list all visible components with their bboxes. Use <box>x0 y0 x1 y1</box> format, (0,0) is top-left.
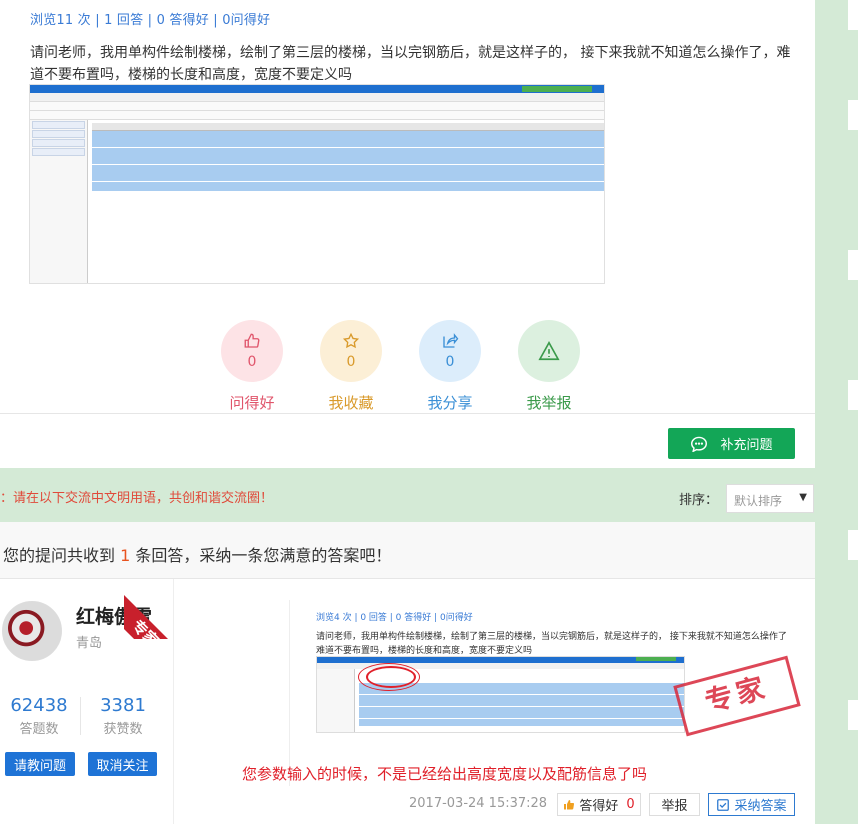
avatar[interactable] <box>2 601 62 661</box>
answers-header-prefix: 您的提问共收到 <box>3 546 121 565</box>
question-card: 浏览11 次 | 1 回答 | 0 答得好 | 0问得好 请问老师，我用单构件绘… <box>0 0 815 468</box>
answers-stat-value: 62438 <box>10 695 68 716</box>
sort-value: 默认排序 <box>734 494 783 508</box>
report-label: 我举报 <box>526 394 572 412</box>
ask-good-count: 0 <box>247 354 257 370</box>
question-text: 请问老师，我用单构件绘制楼梯，绘制了第三层的楼梯，当以完钢筋后，就是这样子的， … <box>30 45 791 83</box>
sort-select[interactable]: 默认排序 ▼ <box>726 484 814 513</box>
answers-stat: 62438 答题数 <box>0 695 78 737</box>
report-button[interactable]: 举报 <box>649 793 700 816</box>
favorite-count: 0 <box>346 354 356 370</box>
expert-stamp: 专家 <box>673 655 801 737</box>
question-screenshot <box>29 84 605 284</box>
answerer-city: 青岛 <box>76 636 103 651</box>
thumbs-up-icon <box>564 799 575 810</box>
civility-notice: ：请在以下交流中文明用语，共创和谐交流圈！ <box>0 491 274 506</box>
chat-icon <box>691 436 708 452</box>
answers-count: 1 <box>120 546 131 565</box>
right-edge-strip <box>848 0 858 824</box>
ask-question-button[interactable]: 请教问题 <box>5 752 75 776</box>
caret-down-icon: ▼ <box>799 492 807 503</box>
favorite-action[interactable]: 0 我收藏 <box>320 320 382 413</box>
likes-stat-label: 获赞数 <box>103 722 143 737</box>
sort-label: 排序： <box>679 493 719 508</box>
answer-image-text: 请问老师，我用单构件绘制楼梯，绘制了第三层的楼梯，当以完钢筋后，就是这样子的， … <box>316 632 787 656</box>
report-action[interactable]: 我举报 <box>518 320 580 413</box>
answer-image: 浏览4 次 | 0 回答 | 0 答得好 | 0问得好 请问老师，我用单构件绘制… <box>242 600 801 786</box>
share-label: 我分享 <box>427 394 473 412</box>
stat-divider <box>80 697 81 735</box>
thumbs-up-icon <box>244 333 260 348</box>
unfollow-button[interactable]: 取消关注 <box>88 752 157 776</box>
share-action[interactable]: 0 我分享 <box>419 320 481 413</box>
question-meta: 浏览11 次 | 1 回答 | 0 答得好 | 0问得好 <box>30 13 271 28</box>
divider <box>0 413 815 414</box>
red-circle-annotation-outer <box>358 663 420 691</box>
supplement-question-label: 补充问题 <box>720 438 773 453</box>
adopt-answer-label: 采纳答案 <box>734 799 787 814</box>
star-icon <box>342 332 360 349</box>
answers-card: 您的提问共收到 1 条回答，采纳一条您满意的答案吧！ 红梅傲雪 青岛 专家 62… <box>0 522 815 824</box>
answer-good-button[interactable]: 答得好 0 <box>557 793 641 816</box>
answer-time: 2017-03-24 15:37:28 <box>409 796 548 811</box>
answer-good-label: 答得好 <box>579 799 619 814</box>
share-count: 0 <box>445 354 455 370</box>
answer-image-meta: 浏览4 次 | 0 回答 | 0 答得好 | 0问得好 <box>316 613 473 623</box>
answerer-panel: 红梅傲雪 青岛 专家 62438 答题数 3381 获赞数 请教问题 取消关注 <box>0 579 174 824</box>
ask-good-action[interactable]: 0 问得好 <box>221 320 283 413</box>
favorite-label: 我收藏 <box>328 394 374 412</box>
ask-good-label: 问得好 <box>229 394 275 412</box>
expert-ribbon: 专家 <box>124 579 174 639</box>
answer-good-count: 0 <box>626 797 635 812</box>
expert-badge: 专家 <box>124 593 174 639</box>
share-icon <box>443 333 459 348</box>
supplement-question-button[interactable]: 补充问题 <box>668 428 795 459</box>
answer-text: 您参数输入的时候，不是已经给出高度宽度以及配筋信息了吗 <box>242 765 648 783</box>
check-icon <box>717 798 730 811</box>
likes-stat: 3381 获赞数 <box>84 695 162 737</box>
adopt-answer-button[interactable]: 采纳答案 <box>708 793 795 816</box>
answers-header-suffix: 条回答，采纳一条您满意的答案吧！ <box>130 546 392 565</box>
answers-stat-label: 答题数 <box>19 722 59 737</box>
warning-icon <box>538 341 560 361</box>
answers-header: 您的提问共收到 1 条回答，采纳一条您满意的答案吧！ <box>0 522 815 579</box>
likes-stat-value: 3381 <box>100 695 146 716</box>
